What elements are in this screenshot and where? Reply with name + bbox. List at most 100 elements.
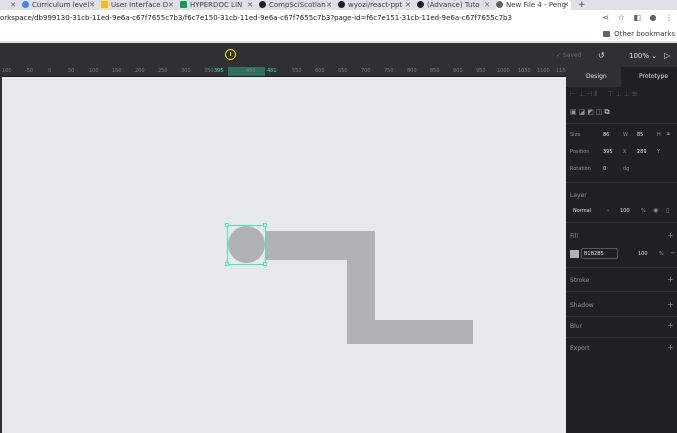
new-tab-button[interactable]: + — [578, 0, 588, 10]
zoom-selector[interactable]: 100% ⌄ — [629, 52, 657, 60]
browser-tab[interactable]: CompSciScotlan ✕ — [259, 0, 334, 10]
close-icon[interactable]: ✕ — [484, 0, 490, 10]
ruler-tick: 50 — [68, 68, 75, 74]
tab-title: wyozi/react-ppt — [348, 1, 403, 9]
resize-handle[interactable] — [225, 223, 229, 227]
ruler-tick: 150 — [112, 68, 122, 74]
divider — [566, 337, 677, 338]
lock-ratio-icon[interactable]: 🔒︎ — [667, 131, 670, 137]
profile-icon[interactable]: ● — [649, 13, 656, 22]
close-icon[interactable]: ✕ — [10, 0, 16, 10]
ruler-tick: 200 — [135, 68, 145, 74]
align-toolbar: ⊢⊥⊣⫴ ⊤⊥⊥≡ — [570, 90, 640, 99]
distribute-h-icon[interactable]: ⫴ — [594, 90, 599, 98]
difference-icon[interactable]: ◪ — [579, 108, 588, 116]
blend-mode-select[interactable]: Normal — [573, 208, 591, 214]
tab-prototype[interactable]: Prototype — [639, 73, 668, 80]
ruler-tick: -50 — [25, 68, 34, 74]
shape-horizontal-top[interactable] — [265, 231, 375, 260]
add-fill-icon[interactable]: + — [667, 231, 674, 240]
play-icon[interactable]: ▷ — [664, 51, 670, 60]
trash-icon[interactable]: ▯ — [666, 207, 669, 214]
history-icon[interactable]: ↺ — [598, 51, 605, 60]
browser-tab[interactable]: User Interface D ✕ — [101, 0, 176, 10]
ruler-tick: 900 — [453, 68, 463, 74]
ruler-tick: 100 — [89, 68, 99, 74]
close-icon[interactable]: ✕ — [326, 0, 332, 10]
close-icon[interactable]: ✕ — [563, 0, 569, 10]
browser-tab[interactable]: wyozi/react-ppt ✕ — [338, 0, 413, 10]
close-icon[interactable]: ✕ — [405, 0, 411, 10]
height-field[interactable]: 85 — [637, 132, 643, 138]
shape-vertical[interactable] — [347, 260, 375, 320]
percent-label: % — [641, 208, 646, 214]
flatten-icon[interactable]: ⧉ — [605, 108, 612, 116]
other-bookmarks-label: Other bookmarks — [614, 30, 675, 38]
add-export-icon[interactable]: + — [667, 343, 674, 352]
close-icon[interactable]: ✕ — [247, 0, 253, 10]
tab-partial[interactable]: ✕ — [0, 0, 18, 10]
ruler-tick: 1150 — [556, 68, 566, 74]
divider — [566, 123, 677, 124]
ruler-selection-end: 481 — [267, 68, 277, 74]
width-field[interactable]: 86 — [603, 132, 609, 138]
exclude-icon[interactable]: ◫ — [596, 108, 605, 116]
ruler-tick: 650 — [338, 68, 348, 74]
distribute-v-icon[interactable]: ≡ — [632, 90, 640, 98]
ruler-tick: 850 — [430, 68, 440, 74]
menu-icon[interactable]: ⋮ — [665, 13, 673, 22]
resize-handle[interactable] — [225, 262, 229, 266]
align-top-icon[interactable]: ⊤ — [608, 90, 616, 98]
tab-design[interactable]: Design — [586, 73, 607, 80]
zoom-value: 100% — [629, 52, 650, 60]
tab-title: User Interface D — [111, 1, 169, 9]
rotation-unit: dg — [623, 166, 630, 172]
other-bookmarks[interactable]: Other bookmarks — [603, 30, 675, 38]
align-center-h-icon[interactable]: ⊥ — [578, 90, 586, 98]
align-bottom-icon[interactable]: ⊥ — [624, 90, 632, 98]
rotation-field[interactable]: 0 — [603, 166, 606, 172]
ruler-tick: 1050 — [518, 68, 531, 74]
close-icon[interactable]: ✕ — [89, 0, 95, 10]
star-icon[interactable]: ☆ — [618, 13, 625, 22]
intersection-icon[interactable]: ◩ — [587, 108, 596, 116]
ruler-tick: 250 — [158, 68, 168, 74]
chevron-down-icon: ⌄ — [606, 207, 611, 213]
union-icon[interactable]: ▣ — [570, 108, 579, 116]
browser-tab[interactable]: (Advance) Tuto ✕ — [417, 0, 492, 10]
add-blur-icon[interactable]: + — [667, 321, 674, 330]
remove-fill-icon[interactable]: − — [670, 249, 676, 257]
close-icon[interactable]: ✕ — [168, 0, 174, 10]
browser-tab[interactable]: HYPERDOC LIN ✕ — [180, 0, 255, 10]
boolean-toolbar: ▣◪◩◫⧉ — [570, 108, 612, 117]
add-shadow-icon[interactable]: + — [667, 300, 674, 309]
ruler-tick: 450 — [246, 68, 256, 74]
resize-handle[interactable] — [263, 262, 267, 266]
position-y-field[interactable]: 289 — [637, 149, 647, 155]
ruler-tick: 550 — [292, 68, 302, 74]
ruler-tick: 950 — [476, 68, 486, 74]
shape-horizontal-bottom[interactable] — [347, 320, 473, 344]
eye-icon[interactable]: ◉ — [653, 207, 658, 214]
drive-icon — [101, 1, 108, 8]
bookmarks-bar: Other bookmarks — [0, 28, 677, 42]
ruler-tick: 350 — [204, 68, 214, 74]
url-field[interactable]: orkspace/db999130-31cb-11ed-9e6a-c67f765… — [0, 14, 512, 22]
add-stroke-icon[interactable]: + — [667, 275, 674, 284]
loading-icon — [225, 49, 236, 60]
browser-tab-active[interactable]: New File 4 - Peng ✕ — [496, 0, 571, 10]
sidebar-icon[interactable]: ◧ — [633, 13, 641, 22]
fill-opacity-field[interactable]: 100 — [638, 251, 648, 257]
layer-opacity-field[interactable]: 100 — [620, 208, 630, 214]
resize-handle[interactable] — [263, 223, 267, 227]
position-x-field[interactable]: 395 — [603, 149, 613, 155]
horizontal-ruler: 100 -50 0 50 100 150 200 250 300 350 395… — [0, 67, 566, 77]
fill-color-swatch[interactable] — [570, 250, 579, 258]
align-center-v-icon[interactable]: ⊥ — [616, 90, 624, 98]
share-icon[interactable]: ⋖ — [602, 13, 609, 22]
align-left-icon[interactable]: ⊢ — [570, 90, 578, 98]
panel-tabs: Design Prototype — [566, 67, 677, 87]
size-label: Size — [570, 132, 581, 138]
browser-tab[interactable]: Curriculum level ✕ — [22, 0, 97, 10]
fill-hex-value: B1B2B5 — [584, 251, 604, 257]
